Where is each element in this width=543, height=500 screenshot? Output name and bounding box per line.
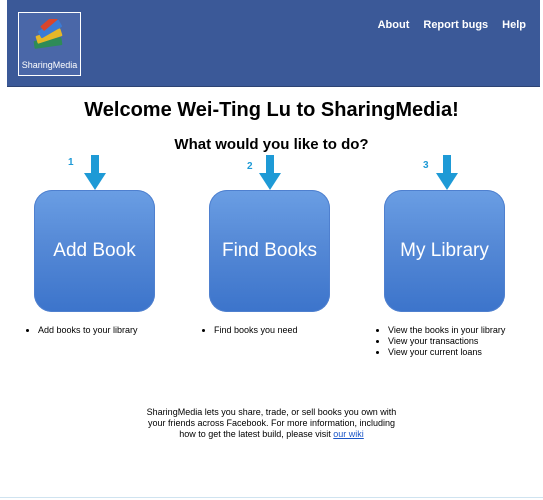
top-nav: About Report bugs Help <box>378 19 526 31</box>
footer-text: how to get the latest build, please visi… <box>179 429 334 439</box>
my-library-button[interactable]: My Library <box>384 190 505 312</box>
logo-label: SharingMedia <box>21 60 78 70</box>
footer-info: SharingMedia lets you share, trade, or s… <box>0 407 543 440</box>
header-bar: SharingMedia About Report bugs Help <box>7 0 540 87</box>
footer-line: SharingMedia lets you share, trade, or s… <box>146 407 397 417</box>
list-item: View your current loans <box>388 347 505 358</box>
find-books-description: Find books you need <box>201 325 298 336</box>
step-number-2: 2 <box>247 161 253 172</box>
find-books-button[interactable]: Find Books <box>209 190 330 312</box>
footer-line: your friends across Facebook. For more i… <box>147 418 396 428</box>
step-number-1: 1 <box>68 157 74 168</box>
wiki-link[interactable]: our wiki <box>333 429 364 439</box>
my-library-description: View the books in your library View your… <box>375 325 505 358</box>
add-book-description: Add books to your library <box>25 325 138 336</box>
list-item: View your transactions <box>388 336 505 347</box>
down-arrow-icon <box>436 155 458 190</box>
list-item: Add books to your library <box>38 325 138 336</box>
books-logo-icon <box>33 19 63 49</box>
down-arrow-icon <box>84 155 106 190</box>
nav-about-link[interactable]: About <box>378 19 410 31</box>
bottom-divider <box>0 497 543 498</box>
down-arrow-icon <box>259 155 281 190</box>
list-item: View the books in your library <box>388 325 505 336</box>
page-title: Welcome Wei-Ting Lu to SharingMedia! <box>84 99 459 121</box>
footer-line: how to get the latest build, please visi… <box>0 429 543 440</box>
app-logo[interactable]: SharingMedia <box>18 12 81 76</box>
list-item: Find books you need <box>214 325 298 336</box>
nav-help-link[interactable]: Help <box>502 19 526 31</box>
step-number-3: 3 <box>423 160 429 171</box>
nav-report-bugs-link[interactable]: Report bugs <box>423 19 488 31</box>
page-subtitle: What would you like to do? <box>174 136 369 153</box>
add-book-button[interactable]: Add Book <box>34 190 155 312</box>
